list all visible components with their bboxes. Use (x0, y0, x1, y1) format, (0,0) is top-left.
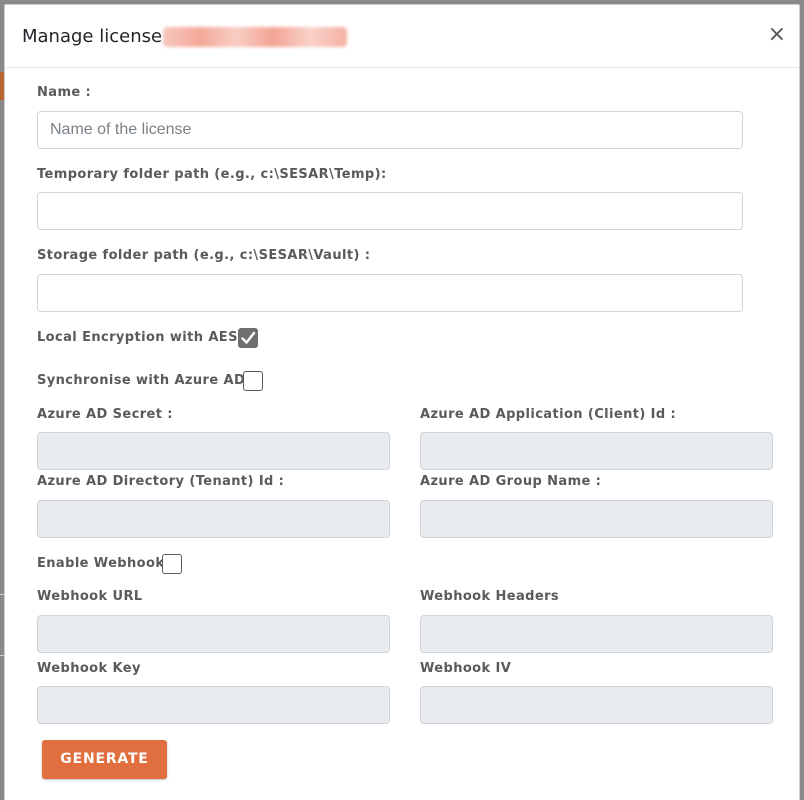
close-icon[interactable]: × (768, 24, 786, 46)
temp-folder-label: Temporary folder path (e.g., c:\SESAR\Te… (37, 167, 387, 182)
azure-secret-input[interactable] (37, 432, 390, 470)
webhook-url-input[interactable] (37, 615, 390, 653)
webhook-iv-input[interactable] (420, 686, 773, 724)
name-label: Name : (37, 85, 92, 100)
storage-folder-input[interactable] (37, 274, 743, 312)
azure-app-id-label: Azure AD Application (Client) Id : (420, 407, 677, 422)
license-name-input[interactable] (37, 111, 743, 149)
encryption-label: Local Encryption with AES : (37, 330, 249, 345)
generate-button[interactable]: GENERATE (42, 740, 167, 779)
azure-tenant-input[interactable] (37, 500, 390, 538)
azure-tenant-label: Azure AD Directory (Tenant) Id : (37, 474, 285, 489)
azure-group-label: Azure AD Group Name : (420, 474, 602, 489)
temp-folder-input[interactable] (37, 192, 743, 230)
webhook-headers-input[interactable] (420, 615, 773, 653)
webhook-headers-label: Webhook Headers (420, 589, 560, 604)
webhook-key-input[interactable] (37, 686, 390, 724)
modal-header: Manage license : × (5, 5, 799, 68)
webhook-url-label: Webhook URL (37, 589, 143, 604)
sync-azure-checkbox[interactable] (243, 371, 263, 391)
webhook-key-label: Webhook Key (37, 661, 141, 676)
webhook-iv-label: Webhook IV (420, 661, 512, 676)
azure-group-input[interactable] (420, 500, 773, 538)
webhook-enable-label: Enable Webhook (37, 556, 165, 571)
sync-azure-label: Synchronise with Azure AD : (37, 373, 256, 388)
azure-secret-label: Azure AD Secret : (37, 407, 173, 422)
webhook-enable-checkbox[interactable] (162, 554, 182, 574)
encryption-checkbox[interactable] (238, 328, 258, 348)
azure-app-id-input[interactable] (420, 432, 773, 470)
redacted-email (163, 27, 347, 47)
checkmark-icon (241, 331, 256, 344)
modal-title: Manage license : (22, 26, 174, 47)
manage-license-modal: Manage license : × Name : Temporary fold… (4, 4, 800, 800)
storage-folder-label: Storage folder path (e.g., c:\SESAR\Vaul… (37, 248, 371, 263)
